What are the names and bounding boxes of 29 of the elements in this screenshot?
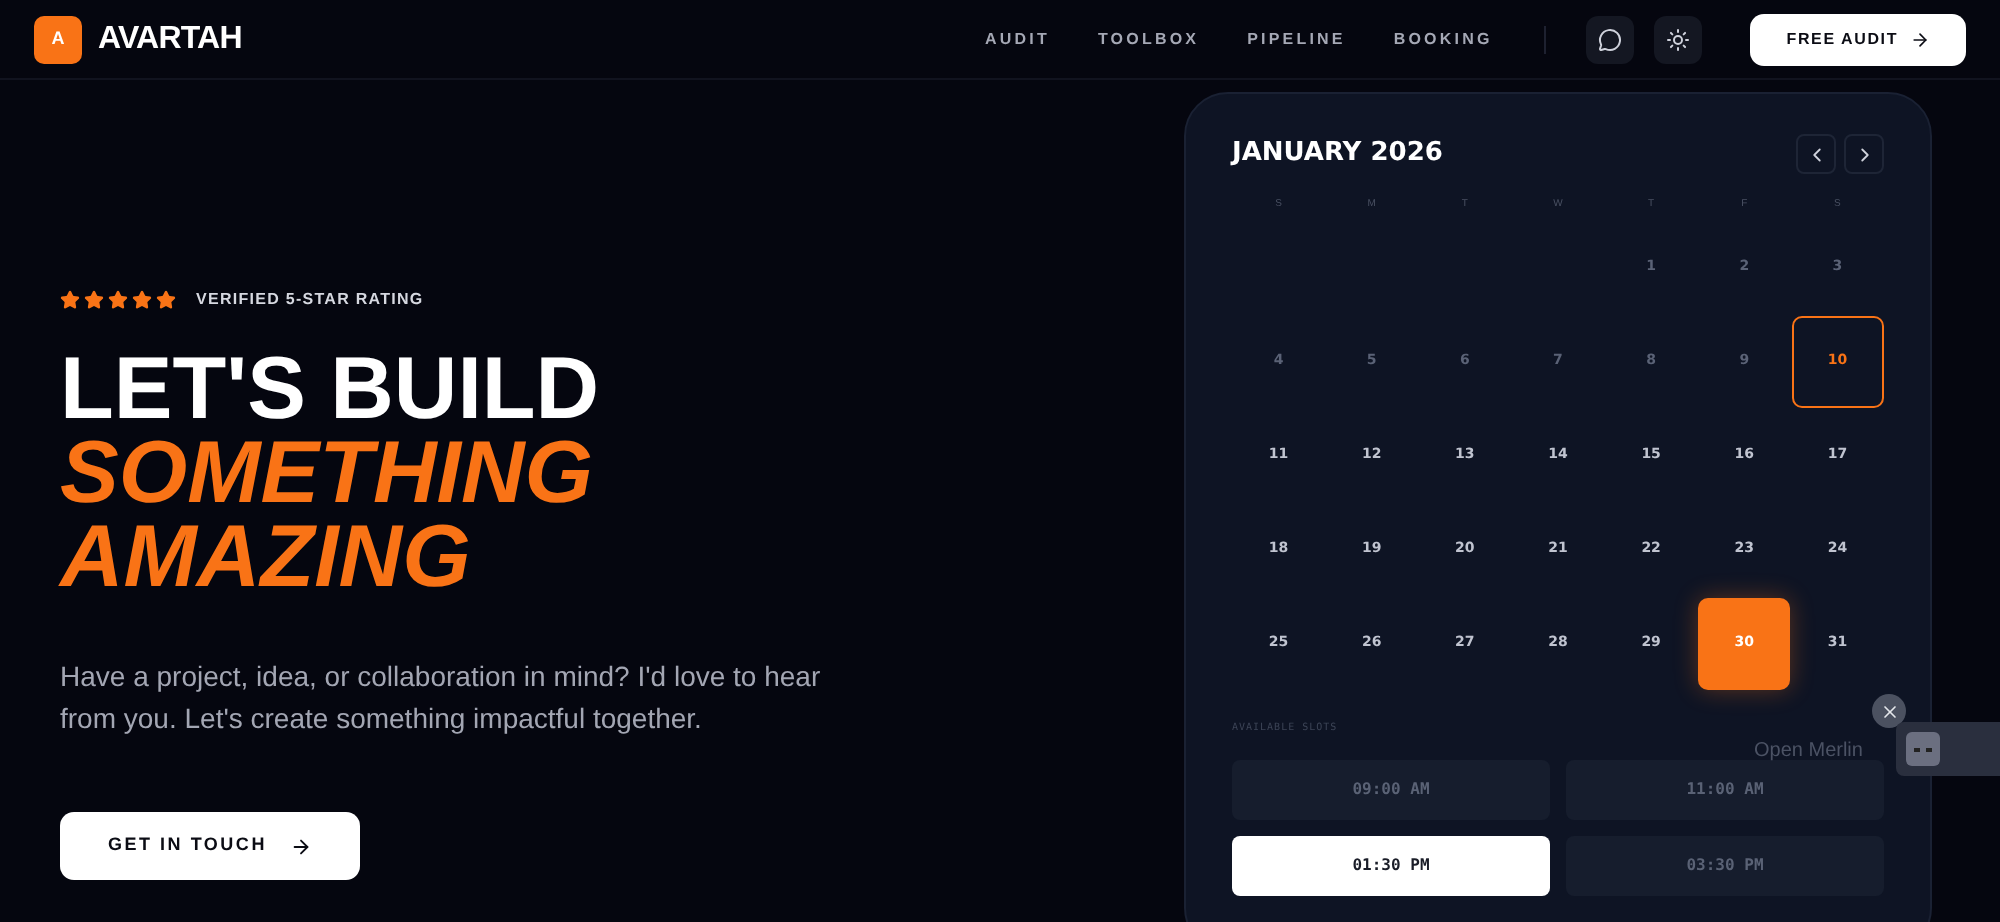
free-audit-button[interactable]: FREE AUDIT [1750,13,1966,65]
sun-icon [1666,27,1691,51]
nav-link[interactable]: TOOLBOX [1097,27,1200,51]
star-icon [156,290,176,310]
rating-label: VERIFIED 5-STAR RATING [196,288,424,312]
previous-month-button[interactable] [1796,134,1836,174]
arrow-right-icon [1910,29,1930,49]
month-title: JANUARY 2026 [1232,136,1443,173]
time-slot[interactable]: 01:30 PM [1232,836,1550,896]
star-icon [84,290,104,310]
star-icon [132,290,152,310]
nav-link[interactable]: BOOKING [1393,27,1493,51]
nav-link[interactable]: PIPELINE [1247,27,1346,51]
brand-name: AVARTAH [98,19,242,59]
next-month-button[interactable] [1844,134,1884,174]
chat-button[interactable] [1586,15,1635,63]
hero-title: LET'S BUILD [60,348,602,432]
arrow-right-icon [290,835,313,857]
chat-bubble-icon [1598,27,1623,51]
hero-title-accent: AMAZING [60,516,473,600]
robot-face-icon [1906,732,1940,766]
get-in-touch-button[interactable]: GET IN TOUCH [60,812,361,880]
star-icon [60,290,80,310]
close-icon [1879,701,1899,721]
hero-subtitle: Have a project, idea, or collaboration in mind? I'd love to hear from you. Let's create something impactful together. [60,658,823,738]
nav-link[interactable]: AUDIT [985,27,1050,51]
hero-title-accent: SOMETHING [60,432,595,516]
theme-toggle-button[interactable] [1654,15,1703,63]
star-icon [108,290,128,310]
